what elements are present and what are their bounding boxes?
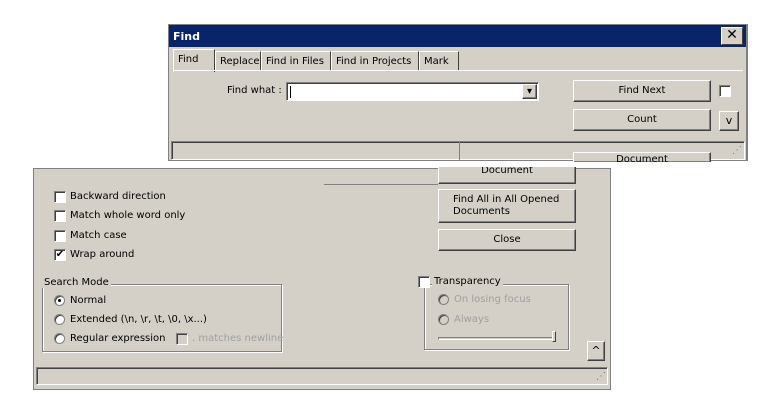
find-next-button[interactable]: Find Next	[573, 80, 711, 102]
resize-grip-icon[interactable]: ⋰	[596, 371, 606, 382]
tab-find[interactable]: Find	[173, 49, 215, 72]
tab-find-in-files-label: Find in Files	[266, 56, 324, 67]
close-window-button[interactable]: ✕	[721, 27, 743, 45]
wrap-around-label: Wrap around	[70, 249, 135, 260]
find-what-dropdown-button[interactable]: ▾	[522, 84, 537, 99]
find-dialog-collapsed: Find ✕ Find Replace Find in Files Find i…	[168, 24, 748, 162]
matches-newline-label: . matches newline	[192, 333, 284, 344]
document-partial-label-top: Document	[616, 154, 668, 162]
close-icon: ✕	[726, 27, 738, 43]
chevron-down-icon: v	[725, 114, 733, 127]
regular-expression-label: Regular expression	[70, 333, 166, 344]
normal-radio[interactable]	[54, 295, 65, 306]
find-what-label: Find what :	[227, 85, 282, 96]
tab-find-in-projects[interactable]: Find in Projects	[331, 51, 419, 71]
backward-direction-checkbox[interactable]	[54, 191, 66, 203]
status-bar	[36, 367, 608, 385]
document-partial-label: Document	[481, 167, 533, 176]
chevron-up-icon: ^	[591, 344, 601, 357]
tab-mark-label: Mark	[424, 56, 449, 67]
transparency-checkbox[interactable]	[418, 276, 430, 288]
match-case-label: Match case	[70, 230, 127, 241]
close-label: Close	[493, 234, 521, 245]
tab-find-in-projects-label: Find in Projects	[336, 56, 412, 67]
count-button[interactable]: Count	[573, 109, 711, 131]
document-partial-button-top[interactable]: Document	[573, 152, 711, 162]
title-bar[interactable]: Find ✕	[169, 25, 746, 47]
expand-toggle-button[interactable]: v	[719, 111, 739, 131]
on-losing-focus-label: On losing focus	[454, 294, 531, 305]
count-label: Count	[627, 114, 657, 125]
transparency-slider[interactable]	[438, 337, 556, 340]
tab-find-label: Find	[178, 54, 199, 65]
radio-selected-icon	[58, 299, 61, 302]
status-divider	[459, 142, 460, 160]
collapse-toggle-button[interactable]: ^	[587, 341, 605, 361]
find-next-extra-checkbox[interactable]	[719, 85, 731, 97]
always-radio[interactable]	[438, 314, 449, 325]
find-all-label: Find All in All Opened Documents	[453, 194, 560, 217]
tab-replace[interactable]: Replace	[215, 51, 261, 71]
normal-label: Normal	[70, 295, 107, 306]
match-whole-word-label: Match whole word only	[70, 210, 186, 221]
check-mark-icon: ✔	[55, 249, 65, 260]
find-what-combobox[interactable]: ▾	[286, 82, 539, 101]
always-label: Always	[454, 314, 490, 325]
tab-strip: Find Replace Find in Files Find in Proje…	[173, 49, 745, 72]
tab-find-in-files[interactable]: Find in Files	[261, 51, 331, 71]
resize-grip-icon[interactable]: ⋰	[732, 145, 742, 156]
close-button[interactable]: Close	[438, 229, 576, 251]
wrap-around-checkbox[interactable]: ✔	[54, 249, 66, 261]
match-case-checkbox[interactable]	[54, 230, 66, 242]
backward-direction-label: Backward direction	[70, 191, 166, 202]
slider-thumb[interactable]	[552, 331, 556, 342]
tab-panel-border	[173, 70, 743, 71]
extended-radio[interactable]	[54, 314, 65, 325]
document-partial-button[interactable]: Document	[438, 167, 576, 184]
find-all-in-all-opened-documents-button[interactable]: Find All in All Opened Documents	[438, 189, 576, 223]
chevron-down-icon: ▾	[526, 86, 533, 97]
text-caret	[290, 86, 291, 98]
find-next-label: Find Next	[618, 85, 666, 96]
matches-newline-checkbox[interactable]	[176, 333, 188, 345]
tab-mark[interactable]: Mark	[419, 51, 459, 71]
bottom-top-divider	[324, 184, 438, 185]
window-title: Find	[173, 30, 200, 43]
match-whole-word-checkbox[interactable]	[54, 210, 66, 222]
find-dialog-expanded: Document Backward direction Match whole …	[33, 167, 611, 390]
search-mode-title: Search Mode	[42, 277, 111, 288]
regular-expression-radio[interactable]	[54, 333, 65, 344]
transparency-title: Transparency	[432, 276, 503, 287]
tab-replace-label: Replace	[220, 56, 260, 67]
extended-label: Extended (\n, \r, \t, \0, \x...)	[70, 314, 207, 325]
on-losing-focus-radio[interactable]	[438, 294, 449, 305]
